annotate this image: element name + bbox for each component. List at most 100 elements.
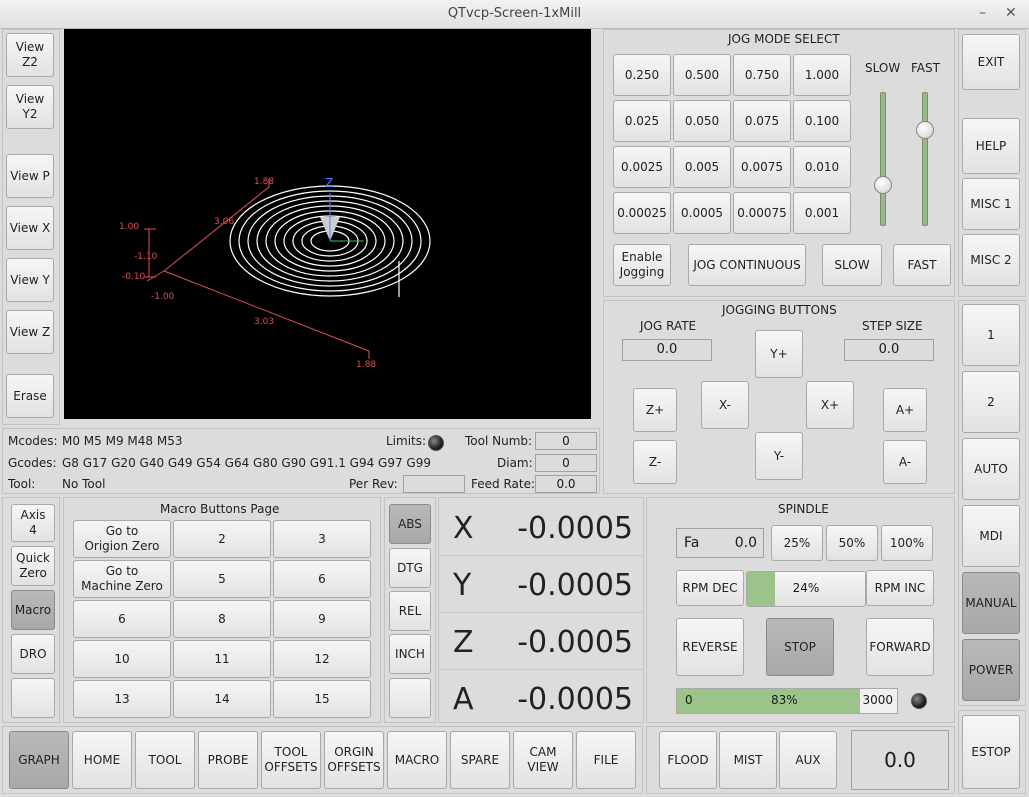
macro-button[interactable]: 11	[173, 640, 271, 678]
increment-button[interactable]: 0.00075	[733, 192, 791, 234]
enable-jogging-button[interactable]: Enable Jogging	[613, 244, 671, 286]
jog-continuous-button[interactable]: JOG CONTINUOUS	[688, 244, 806, 286]
increment-button[interactable]: 0.0025	[613, 146, 671, 188]
origin-offsets-tab[interactable]: ORGIN OFFSETS	[324, 731, 384, 789]
help-button[interactable]: HELP	[962, 118, 1020, 174]
spindle-bar-max: 3000	[862, 693, 893, 707]
jog-fast-button[interactable]: FAST	[893, 244, 951, 286]
flood-button[interactable]: FLOOD	[659, 731, 717, 789]
increment-button[interactable]: 0.250	[613, 54, 671, 96]
aux-button[interactable]: AUX	[779, 731, 837, 789]
manual-mode-button[interactable]: MANUAL	[962, 572, 1020, 634]
macro-button[interactable]: 6	[73, 600, 171, 638]
view-p-button[interactable]: View P	[6, 154, 54, 198]
minimize-button[interactable]: –	[979, 5, 986, 21]
jog-a-minus-button[interactable]: A-	[883, 440, 927, 484]
step-size-label: STEP SIZE	[862, 319, 923, 333]
jog-z-plus-button[interactable]: Z+	[633, 388, 677, 432]
macro-button[interactable]: 2	[173, 520, 271, 558]
quick-zero-tab[interactable]: Quick Zero	[11, 546, 55, 586]
macro-button[interactable]: 8	[173, 600, 271, 638]
close-button[interactable]: ✕	[1005, 5, 1017, 21]
mist-button[interactable]: MIST	[719, 731, 777, 789]
blank-mode-button[interactable]	[389, 678, 431, 718]
dtg-mode-button[interactable]: DTG	[389, 548, 431, 588]
power-button[interactable]: POWER	[962, 639, 1020, 701]
spindle-forward-button[interactable]: FORWARD	[866, 618, 934, 676]
slow-slider-handle[interactable]	[874, 175, 892, 194]
jog-x-plus-button[interactable]: X+	[806, 381, 854, 429]
increment-button[interactable]: 0.0005	[673, 192, 731, 234]
increment-button[interactable]: 1.000	[793, 54, 851, 96]
graph-tab[interactable]: GRAPH	[9, 731, 69, 789]
tool-offsets-tab[interactable]: TOOL OFFSETS	[261, 731, 321, 789]
home-tab[interactable]: HOME	[72, 731, 132, 789]
axis4-tab[interactable]: Axis 4	[11, 504, 55, 542]
increment-button[interactable]: 0.005	[673, 146, 731, 188]
view-z-button[interactable]: View Z	[6, 310, 54, 354]
rpm-dec-button[interactable]: RPM DEC	[676, 570, 744, 606]
increment-button[interactable]: 0.050	[673, 100, 731, 142]
probe-tab[interactable]: PROBE	[198, 731, 258, 789]
jog-a-plus-button[interactable]: A+	[883, 388, 927, 432]
increment-button[interactable]: 0.075	[733, 100, 791, 142]
macro-button[interactable]: 6	[273, 560, 371, 598]
mdi-mode-button[interactable]: MDI	[962, 505, 1020, 567]
misc2-button[interactable]: MISC 2	[962, 234, 1020, 286]
misc1-button[interactable]: MISC 1	[962, 178, 1020, 230]
increment-button[interactable]: 0.0075	[733, 146, 791, 188]
jog-z-minus-button[interactable]: Z-	[633, 440, 677, 484]
macro-button[interactable]: 14	[173, 680, 271, 718]
toolpath-graphics[interactable]: 1.00 -1.10 -0.10 -1.00 3.06 3.03 1.88 1.…	[64, 29, 591, 419]
erase-button[interactable]: Erase	[6, 374, 54, 418]
spindle-100-button[interactable]: 100%	[881, 525, 933, 561]
view-z2-button[interactable]: View Z2	[6, 33, 54, 77]
jog-y-minus-button[interactable]: Y-	[755, 432, 803, 480]
macro-button[interactable]: 15	[273, 680, 371, 718]
dro-tab[interactable]: DRO	[11, 634, 55, 674]
view-y2-button[interactable]: View Y2	[6, 85, 54, 129]
macro-button[interactable]: Go to Origion Zero	[73, 520, 171, 558]
exit-button[interactable]: EXIT	[962, 34, 1020, 90]
fast-slider-handle[interactable]	[916, 121, 934, 139]
macro-button[interactable]: 12	[273, 640, 371, 678]
macro-button[interactable]: 9	[273, 600, 371, 638]
increment-button[interactable]: 0.010	[793, 146, 851, 188]
rel-mode-button[interactable]: REL	[389, 591, 431, 631]
jog-slow-button[interactable]: SLOW	[822, 244, 882, 286]
page-2-button[interactable]: 2	[962, 371, 1020, 433]
spindle-reverse-button[interactable]: REVERSE	[676, 618, 744, 676]
view-y-button[interactable]: View Y	[6, 258, 54, 302]
auto-mode-button[interactable]: AUTO	[962, 438, 1020, 500]
blank-tab[interactable]	[11, 678, 55, 718]
tool-tab[interactable]: TOOL	[135, 731, 195, 789]
macro-button[interactable]: Go to Machine Zero	[73, 560, 171, 598]
estop-button[interactable]: ESTOP	[962, 715, 1020, 789]
increment-button[interactable]: 0.100	[793, 100, 851, 142]
increment-button[interactable]: 0.00025	[613, 192, 671, 234]
increment-button[interactable]: 0.001	[793, 192, 851, 234]
macro-tab[interactable]: Macro	[11, 590, 55, 630]
inch-mode-button[interactable]: INCH	[389, 634, 431, 674]
macro-button[interactable]: 3	[273, 520, 371, 558]
macro-page-tab[interactable]: MACRO	[387, 731, 447, 789]
jog-x-minus-button[interactable]: X-	[701, 381, 749, 429]
increment-button[interactable]: 0.750	[733, 54, 791, 96]
jog-y-plus-button[interactable]: Y+	[755, 330, 803, 378]
spindle-stop-button[interactable]: STOP	[766, 618, 834, 676]
macro-button[interactable]: 10	[73, 640, 171, 678]
spare-tab[interactable]: SPARE	[450, 731, 510, 789]
abs-mode-button[interactable]: ABS	[389, 504, 431, 544]
spindle-50-button[interactable]: 50%	[826, 525, 878, 561]
page-1-button[interactable]: 1	[962, 304, 1020, 366]
cam-view-tab[interactable]: CAM VIEW	[513, 731, 573, 789]
rpm-inc-button[interactable]: RPM INC	[866, 570, 934, 606]
increment-button[interactable]: 0.025	[613, 100, 671, 142]
rpm-override-bar[interactable]: 24%	[746, 571, 866, 607]
file-tab[interactable]: FILE	[576, 731, 636, 789]
spindle-25-button[interactable]: 25%	[771, 525, 823, 561]
macro-button[interactable]: 5	[173, 560, 271, 598]
increment-button[interactable]: 0.500	[673, 54, 731, 96]
view-x-button[interactable]: View X	[6, 206, 54, 250]
macro-button[interactable]: 13	[73, 680, 171, 718]
